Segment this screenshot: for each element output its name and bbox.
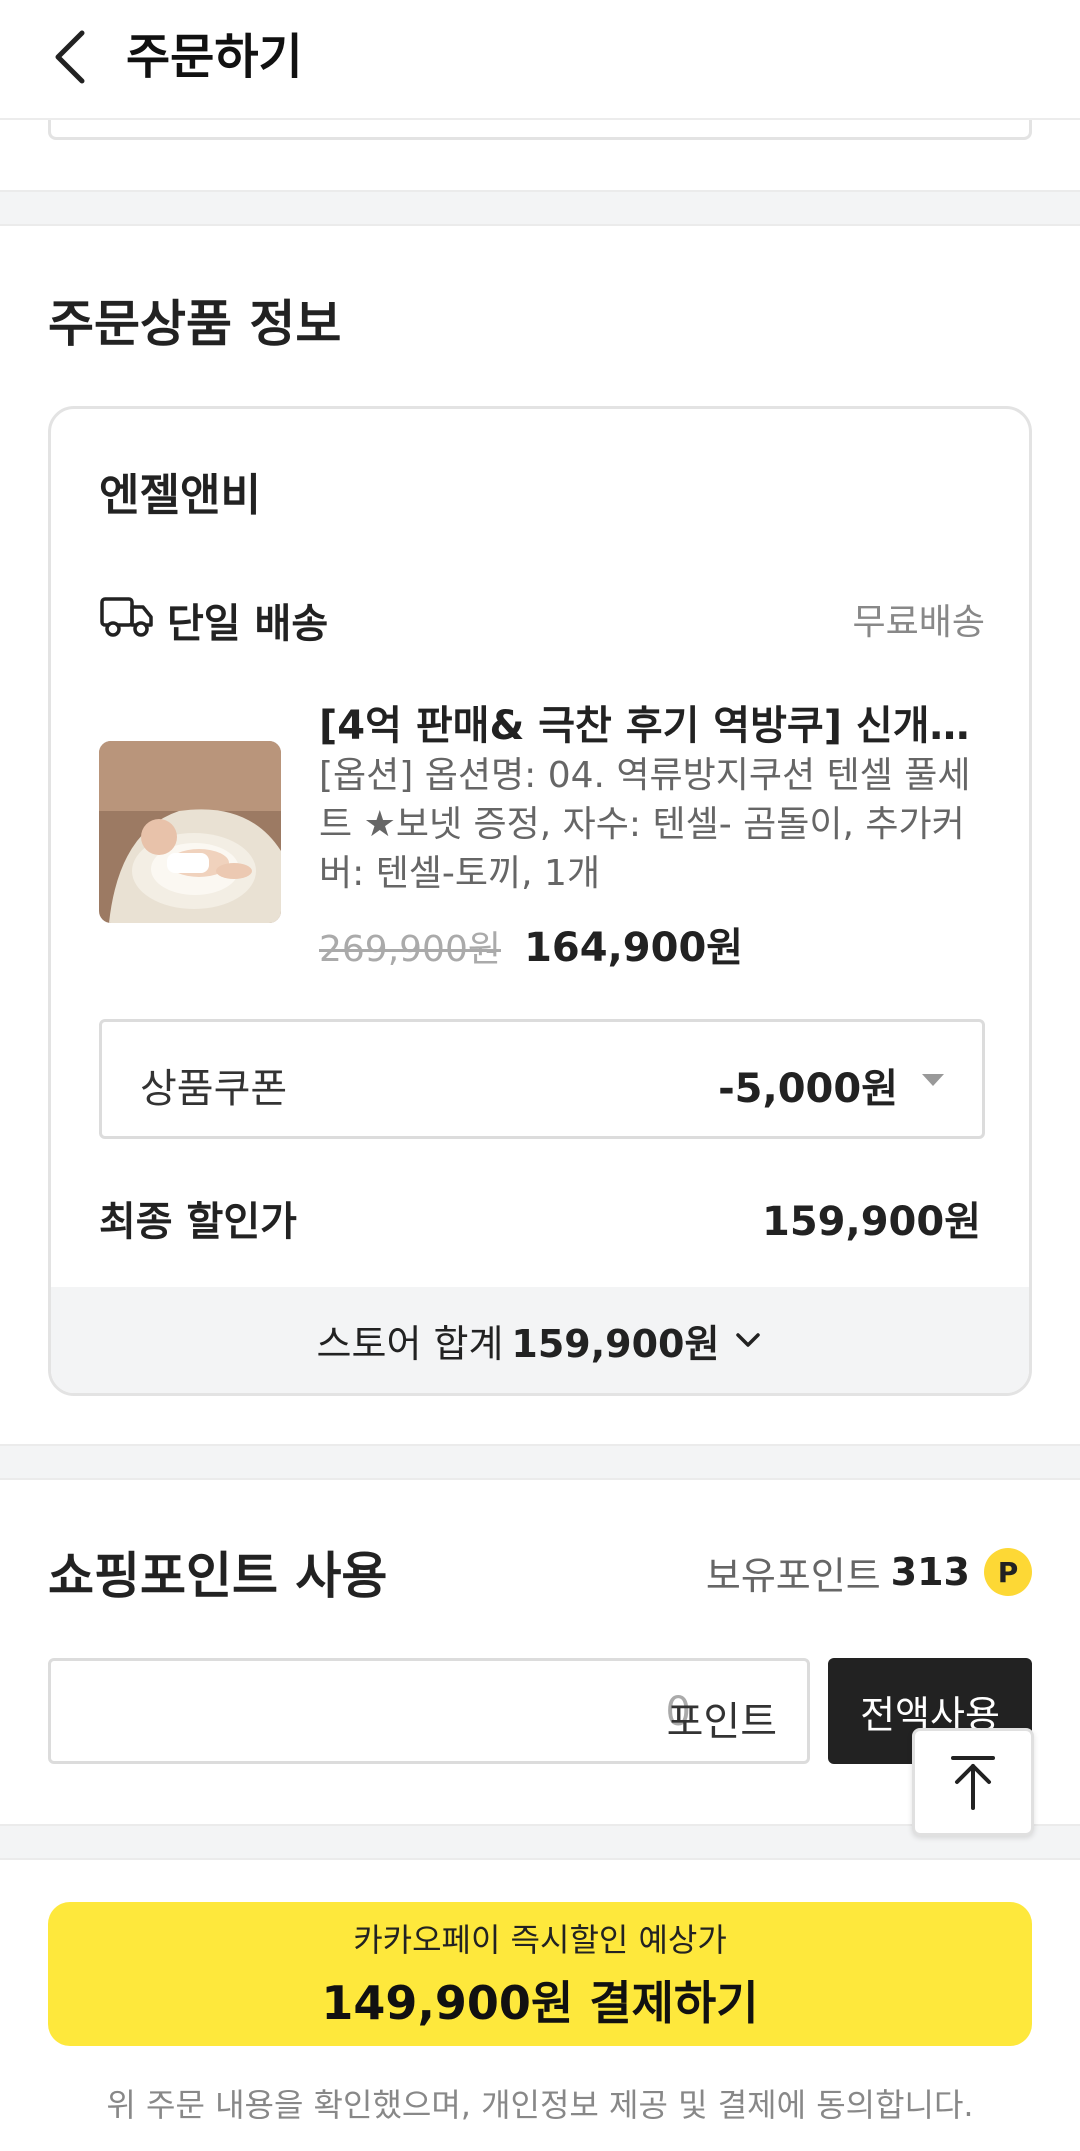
truck-icon <box>100 597 153 637</box>
store-name: 엔젤앤비 <box>99 470 261 521</box>
page-title: 주문하기 <box>126 29 303 85</box>
original-price: 269,900원 <box>319 929 501 970</box>
scroll-to-top-button[interactable] <box>912 1728 1034 1836</box>
pay-button[interactable]: 카카오페이 즉시할인 예상가 149,900원 결제하기 <box>48 1902 1032 2046</box>
price-row: 269,900원 164,900원 <box>319 915 743 975</box>
back-button[interactable] <box>40 22 100 92</box>
points-holding-value: 313 <box>890 1550 970 1594</box>
points-unit-label: 포인트 <box>666 1699 777 1745</box>
arrow-up-to-top-icon <box>951 1756 995 1810</box>
points-holding-label: 보유포인트 <box>705 1553 881 1598</box>
points-holding: 보유포인트 313 P <box>706 1544 1032 1600</box>
final-price-label: 최종 할인가 <box>99 1199 297 1245</box>
product-name[interactable]: [4억 판매& 극찬 후기 역방쿠] 신개념 역… <box>319 693 985 751</box>
chevron-left-icon <box>55 30 85 84</box>
points-input-field[interactable]: 포인트 <box>48 1658 810 1764</box>
points-input[interactable] <box>71 1681 691 1743</box>
baby-on-cushion-image <box>99 741 281 923</box>
previous-section-card-edge <box>48 120 1032 140</box>
points-section-title: 쇼핑포인트 사용 <box>48 1547 388 1605</box>
final-price-value: 159,900원 <box>762 1199 981 1245</box>
pay-button-label: 149,900원 결제하기 <box>321 1976 759 2030</box>
section-divider <box>0 190 1080 226</box>
coupon-value: -5,000원 <box>718 1066 898 1112</box>
order-items-section-title: 주문상품 정보 <box>48 295 342 353</box>
shipping-row: 단일 배송 무료배송 <box>99 585 985 647</box>
pay-button-sublabel: 카카오페이 즉시할인 예상가 <box>353 1921 727 1959</box>
product-option: [옵션] 옵션명: 04. 역류방지쿠션 텐셀 풀세트 ★보넷 증정, 자수: … <box>319 755 971 894</box>
product-thumbnail[interactable] <box>99 741 281 923</box>
chevron-down-icon <box>736 1333 761 1347</box>
app-header: 주문하기 <box>0 0 1080 120</box>
section-divider <box>0 1444 1080 1480</box>
store-card: 엔젤앤비 단일 배송 무료배송 [4억 판매& 극찬 후기 역방쿠] 신개념 역… <box>48 406 1032 1396</box>
point-badge-icon: P <box>984 1548 1032 1596</box>
shipping-type-label: 단일 배송 <box>167 601 329 647</box>
store-total-amount: 159,900원 <box>511 1321 720 1366</box>
coupon-label: 상품쿠폰 <box>140 1066 288 1112</box>
store-total-label: 스토어 합계 <box>316 1321 504 1366</box>
product-coupon-select[interactable]: 상품쿠폰 -5,000원 <box>99 1019 985 1139</box>
shipping-fee-label: 무료배송 <box>852 602 985 643</box>
store-total-toggle[interactable]: 스토어 합계 159,900원 <box>51 1287 1029 1393</box>
payment-agreement-text: 위 주문 내용을 확인했으며, 개인정보 제공 및 결제에 동의합니다. <box>106 2086 974 2124</box>
sale-price: 164,900원 <box>524 925 744 971</box>
caret-down-icon <box>922 1074 944 1086</box>
